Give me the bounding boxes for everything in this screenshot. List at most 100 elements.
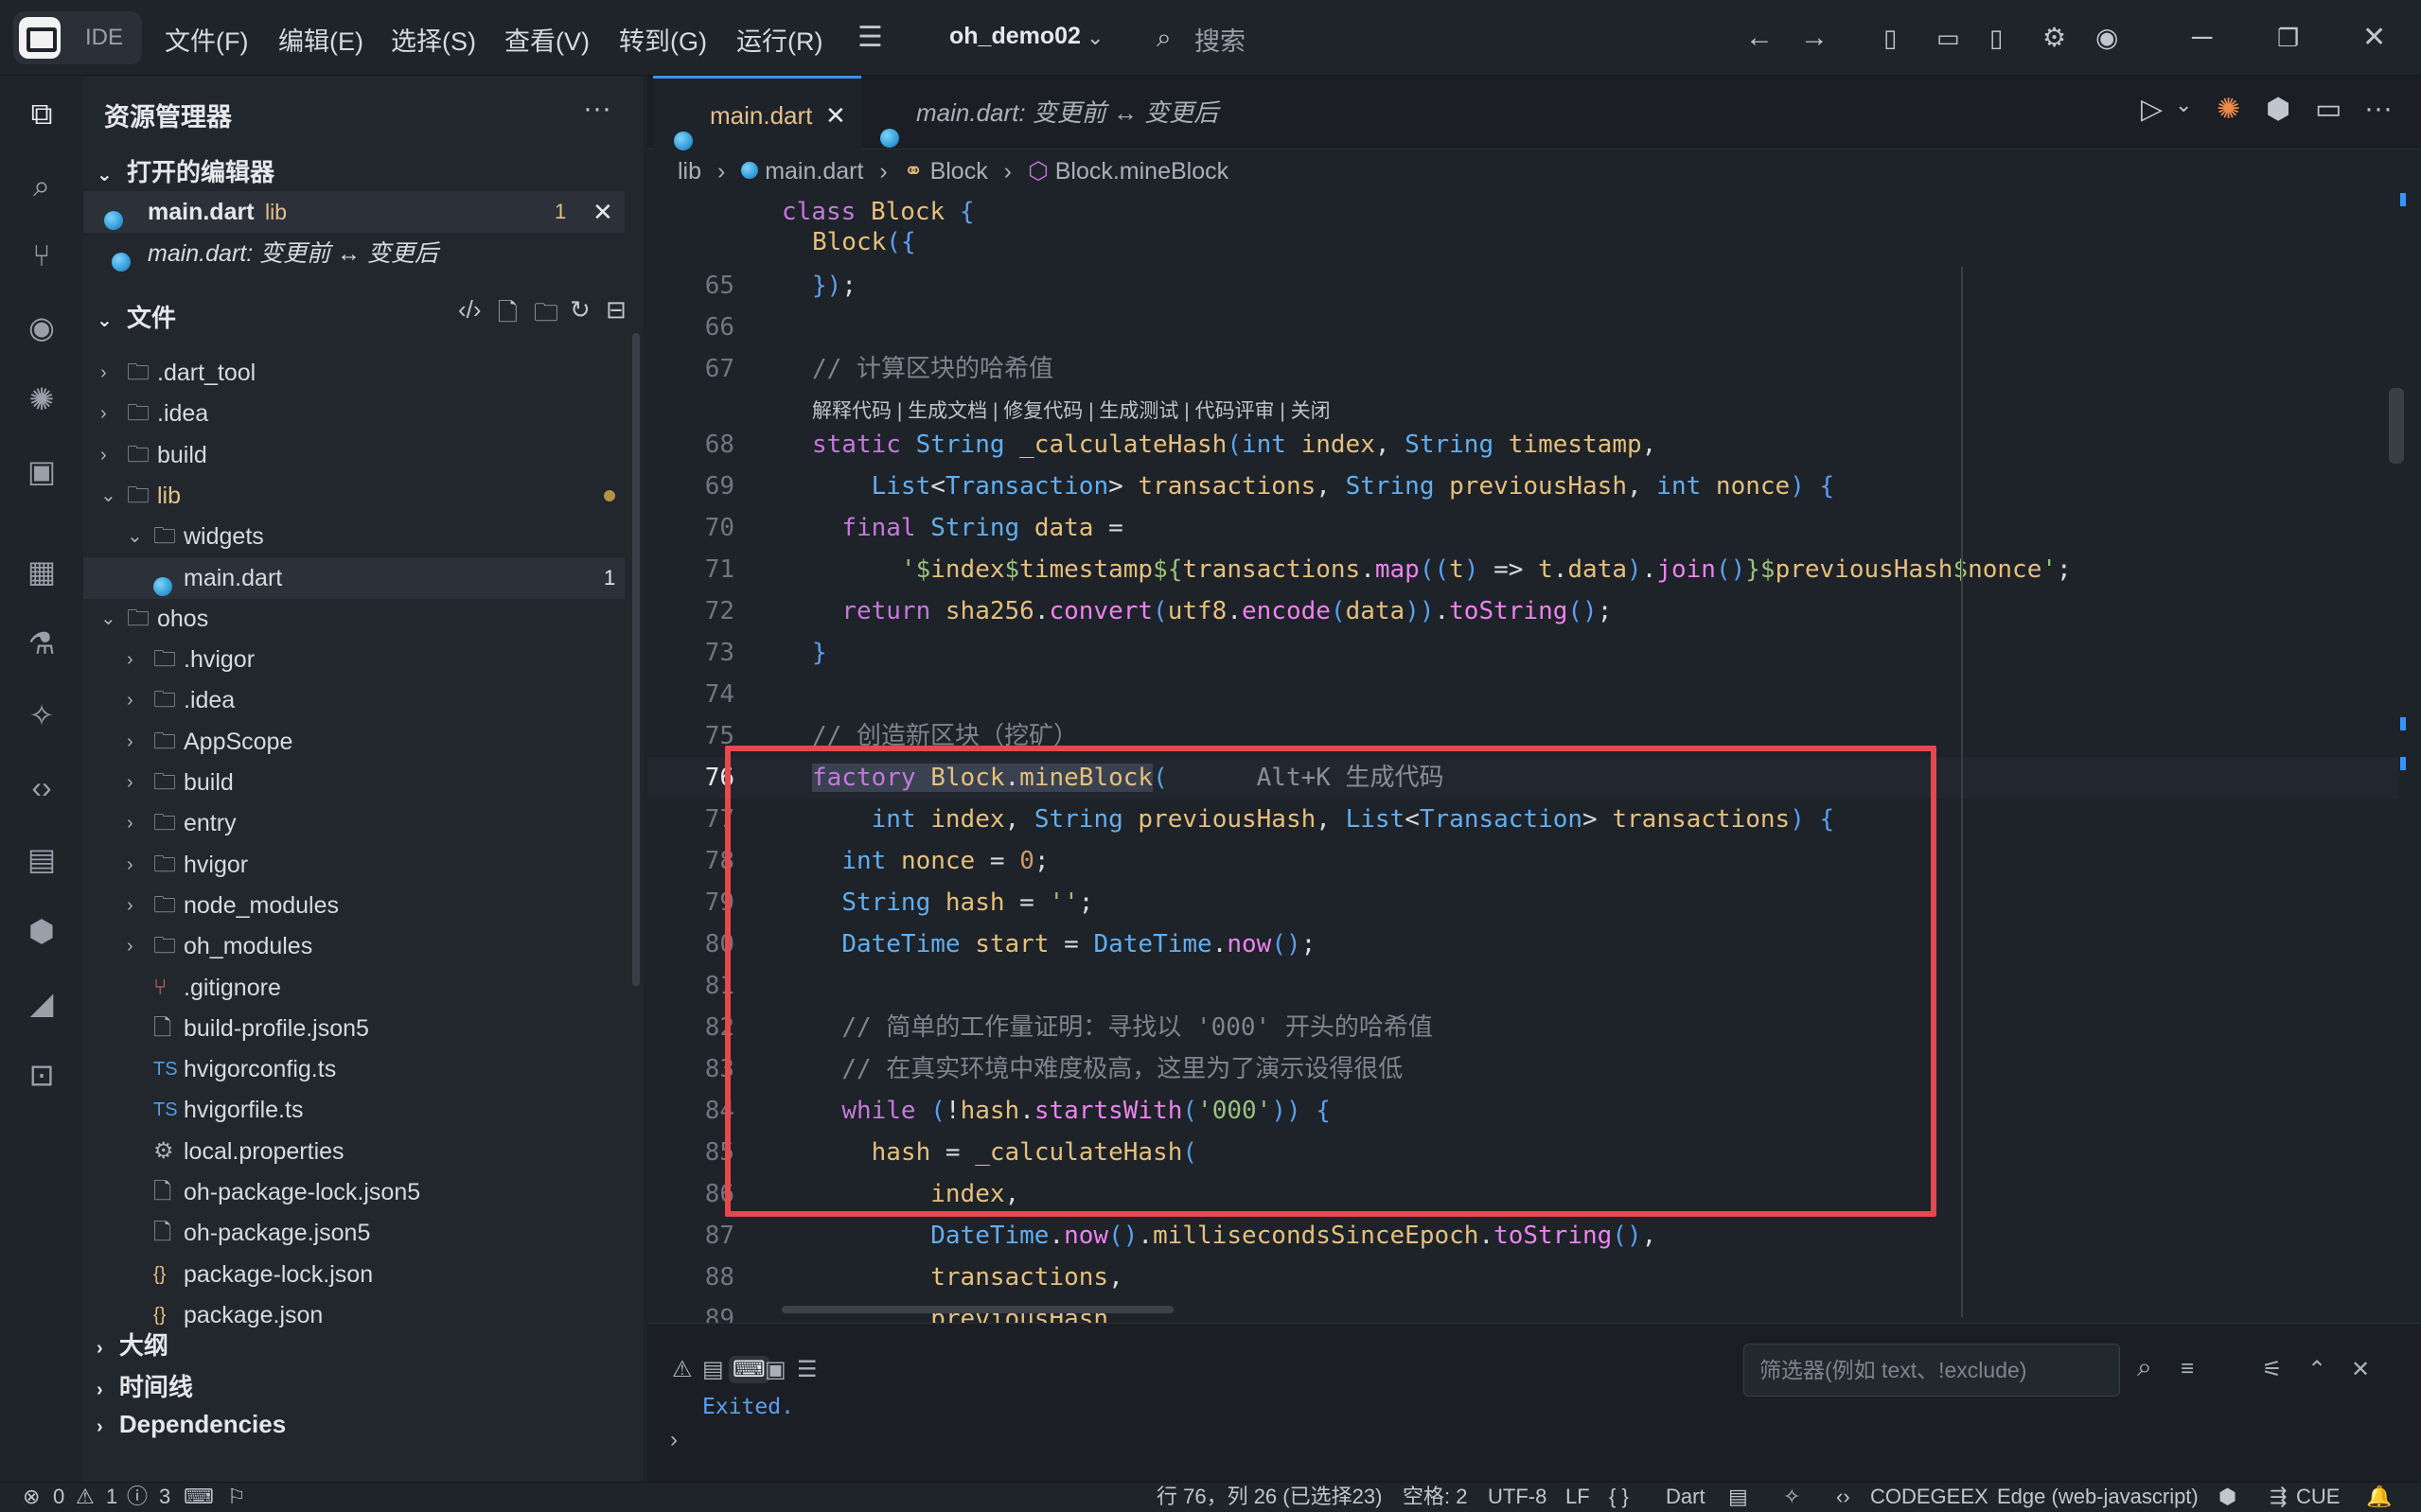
close-editor-icon[interactable]: ✕ xyxy=(592,191,613,233)
breadcrumb-file[interactable]: main.dart xyxy=(765,158,863,185)
ai-codelens-actions[interactable]: 解释代码 | 生成文档 | 修复代码 | 生成测试 | 代码评审 | 关闭 xyxy=(812,396,1331,424)
tree-folder[interactable]: › 🗀 .hvigor xyxy=(83,639,625,680)
toggle-sidebar-icon[interactable]: ▯ xyxy=(1883,19,1897,57)
line-ending[interactable]: LF xyxy=(1565,1483,1590,1511)
settings-gear-icon[interactable]: ⚙ xyxy=(2042,19,2066,57)
tree-file[interactable]: ⑂ .gitignore xyxy=(83,967,625,1009)
clear-filter-icon[interactable]: ≡ xyxy=(2181,1356,2194,1382)
tree-folder[interactable]: › 🗀 entry xyxy=(83,802,625,844)
tree-folder[interactable]: › 🗀 build xyxy=(83,434,625,476)
chevron-down-icon[interactable]: ⌄ xyxy=(1087,19,1104,57)
breadcrumb-method[interactable]: Block.mineBlock xyxy=(1055,158,1228,185)
tree-folder[interactable]: › 🗀 .dart_tool xyxy=(83,352,625,394)
code-editor[interactable]: class Block { Block({ 65}); 66 67// 计算区块… xyxy=(647,187,2421,1323)
maximize-panel-icon[interactable]: ⌃ xyxy=(2307,1356,2326,1383)
arkts-status-icon[interactable]: ⬢ xyxy=(2218,1483,2236,1511)
breadcrumb-lib[interactable]: lib xyxy=(678,158,701,185)
deploy-status-icon[interactable]: ▤ xyxy=(1728,1483,1748,1511)
menu-run[interactable]: 运行(R) xyxy=(736,21,822,58)
forward-arrow-icon[interactable]: → xyxy=(1800,19,1829,57)
warning-icon[interactable]: ⚠ xyxy=(76,1483,95,1511)
split-editor-icon[interactable]: ▭ xyxy=(2315,93,2341,126)
tree-file[interactable]: main.dart 1 xyxy=(83,557,625,599)
hamburger-menu-icon[interactable]: ☰ xyxy=(857,19,883,57)
problems-icon[interactable]: ⚠ xyxy=(672,1356,693,1383)
warning-count[interactable]: 1 xyxy=(106,1483,117,1511)
close-tab-icon[interactable]: ✕ xyxy=(825,79,846,152)
extensions-icon[interactable]: ▦ xyxy=(23,553,61,590)
tree-folder[interactable]: › 🗀 .idea xyxy=(83,393,625,434)
testing-flask-icon[interactable]: ⚗ xyxy=(23,624,61,662)
tree-file[interactable]: {} package-lock.json xyxy=(83,1254,625,1295)
preview-eye-icon[interactable]: ◉ xyxy=(23,308,61,346)
remote-explorer-icon[interactable]: ▣ xyxy=(23,452,61,490)
sidebar-scrollbar[interactable] xyxy=(632,333,640,986)
harmony-icon[interactable]: ✧ xyxy=(23,696,61,734)
tree-folder[interactable]: ⌄ 🗀 ohos xyxy=(83,598,625,640)
browser-target[interactable]: Edge (web-javascript) xyxy=(1997,1483,2199,1511)
tree-file[interactable]: 🗋 oh-package.json5 xyxy=(83,1212,625,1254)
project-selector[interactable]: oh_demo02 xyxy=(949,23,1081,50)
harmony-status-icon[interactable]: ✧ xyxy=(1783,1483,1800,1511)
chevron-down-icon[interactable]: ⌄ xyxy=(2175,93,2192,117)
panel-filter-input[interactable]: 筛选器(例如 text、!exclude) xyxy=(1743,1344,2120,1397)
tree-folder[interactable]: › 🗀 node_modules xyxy=(83,885,625,926)
toggle-panel-icon[interactable]: ▭ xyxy=(1936,19,1960,57)
app-logo[interactable]: IDE xyxy=(13,11,142,64)
open-editor-main-dart[interactable]: main.dart lib 1 ✕ xyxy=(83,191,625,233)
info-count[interactable]: 3 xyxy=(159,1483,170,1511)
run-icon[interactable]: ▷ xyxy=(2141,93,2163,126)
tree-folder[interactable]: › 🗀 AppScope xyxy=(83,721,625,763)
codegeex-status[interactable]: CODEGEEX xyxy=(1870,1483,1988,1511)
tree-file[interactable]: TS hvigorconfig.ts xyxy=(83,1048,625,1090)
tree-folder[interactable]: › 🗀 build xyxy=(83,762,625,803)
ports-list-icon[interactable]: ☰ xyxy=(797,1356,818,1383)
codegeex-icon[interactable]: ‹› xyxy=(1836,1483,1850,1511)
cue-icon[interactable]: ⇶ xyxy=(2270,1483,2287,1511)
menu-go[interactable]: 转到(G) xyxy=(619,21,707,58)
minimize-icon[interactable]: ─ xyxy=(2192,19,2212,57)
braces-indicator[interactable]: { } xyxy=(1609,1483,1629,1511)
menu-file[interactable]: 文件(F) xyxy=(165,21,248,58)
outline-header[interactable]: › 大纲 xyxy=(97,1327,168,1362)
run-debug-icon[interactable]: ⚐ xyxy=(227,1483,246,1511)
explorer-icon[interactable]: ⧉ xyxy=(23,95,61,132)
tree-file[interactable]: TS hvigorfile.ts xyxy=(83,1089,625,1131)
debug-icon[interactable]: ✺ xyxy=(23,380,61,418)
tree-file[interactable]: 🗋 oh-package-lock.json5 xyxy=(83,1171,625,1213)
terminal-icon[interactable]: ▣ xyxy=(765,1356,786,1383)
dependencies-header[interactable]: › Dependencies xyxy=(97,1410,286,1439)
tree-folder[interactable]: › 🗀 .idea xyxy=(83,679,625,721)
source-control-icon[interactable]: ⑂ xyxy=(23,237,61,274)
search-icon[interactable]: ⌕ xyxy=(2137,1352,2152,1383)
close-window-icon[interactable]: ✕ xyxy=(2362,19,2386,57)
search-icon[interactable]: ⌕ xyxy=(23,167,61,204)
account-icon[interactable]: ◉ xyxy=(2095,19,2118,57)
notifications-bell-icon[interactable]: 🔔 xyxy=(2366,1483,2392,1511)
collapse-all-icon[interactable]: ⊟ xyxy=(606,295,627,325)
open-editors-header[interactable]: ⌄ 打开的编辑器 xyxy=(97,153,274,188)
error-count[interactable]: 0 xyxy=(53,1483,64,1511)
menu-view[interactable]: 查看(V) xyxy=(504,21,590,58)
restore-icon[interactable]: ❐ xyxy=(2277,19,2299,57)
arkts-action-icon[interactable]: ⬢ xyxy=(2266,93,2290,126)
screenshot-icon[interactable]: ⊡ xyxy=(23,1056,61,1094)
tree-folder[interactable]: ⌄ 🗀 lib xyxy=(83,475,625,517)
open-editor-diff[interactable]: main.dart: 变更前 ↔ 变更后 xyxy=(83,233,625,274)
tree-folder[interactable]: › 🗀 hvigor xyxy=(83,844,625,886)
code-icon[interactable]: ‹› xyxy=(23,768,61,806)
timeline-header[interactable]: › 时间线 xyxy=(97,1368,193,1403)
tab-diff[interactable]: main.dart: 变更前 ↔ 变更后 xyxy=(865,76,1244,149)
more-actions-icon[interactable]: ··· xyxy=(583,93,611,125)
arkts-icon[interactable]: ⬢ xyxy=(23,912,61,950)
console-prompt-icon[interactable]: › xyxy=(670,1427,678,1453)
toggle-secondary-sidebar-icon[interactable]: ▯ xyxy=(1989,19,2003,57)
collapse-code-icon[interactable]: ‹/› xyxy=(458,295,482,325)
new-folder-icon[interactable]: 🗀 xyxy=(534,295,558,337)
encoding[interactable]: UTF-8 xyxy=(1488,1483,1546,1511)
language-mode[interactable]: Dart xyxy=(1666,1483,1705,1511)
debug-console-icon[interactable]: ⌨ xyxy=(729,1356,769,1383)
breadcrumb-class[interactable]: Block xyxy=(930,158,988,185)
tree-folder[interactable]: › 🗀 oh_modules xyxy=(83,925,625,967)
error-icon[interactable]: ⊗ xyxy=(23,1483,40,1511)
